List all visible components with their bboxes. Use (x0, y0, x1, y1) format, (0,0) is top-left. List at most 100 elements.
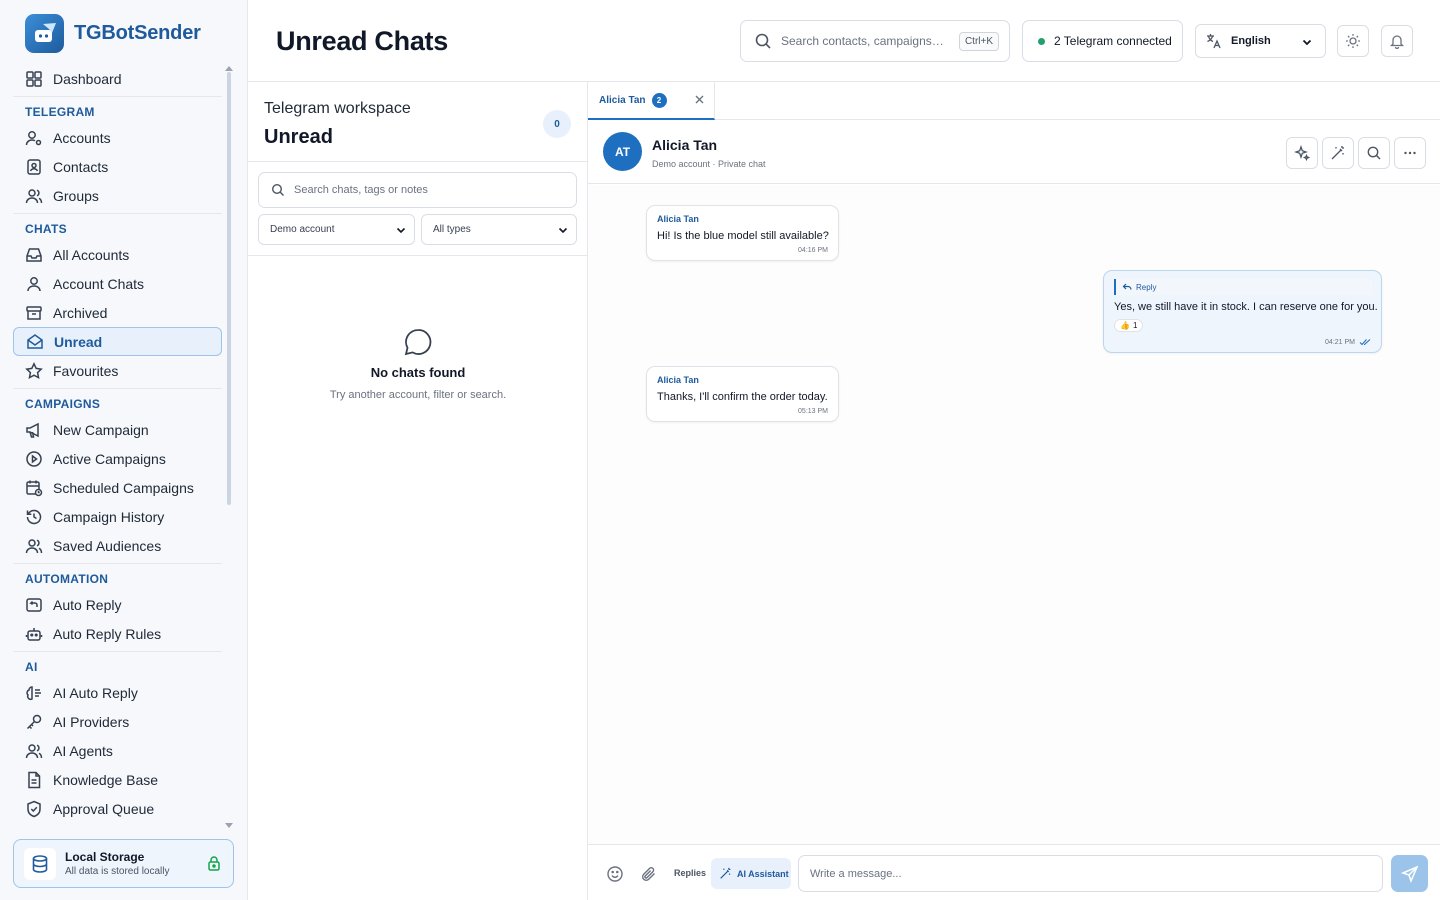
list-header: Telegram workspace Unread 0 (248, 82, 587, 162)
sidebar-item-account-chats[interactable]: Account Chats (13, 269, 222, 298)
sidebar-item-label: Scheduled Campaigns (53, 479, 194, 496)
chat-search-input[interactable]: Search chats, tags or notes (258, 172, 577, 208)
close-icon[interactable] (694, 94, 705, 105)
notifications-button[interactable] (1381, 25, 1413, 57)
sidebar-item-label: Approval Queue (53, 800, 155, 817)
sidebar-item-contacts[interactable]: Contacts (13, 152, 222, 181)
ai-assistant-label: AI Assistant (737, 868, 789, 879)
paperclip-icon[interactable] (640, 865, 658, 883)
message-circle-icon (404, 329, 432, 356)
sidebar-item-groups[interactable]: Groups (13, 181, 222, 210)
global-search-input[interactable]: Search contacts, campaigns, t... Ctrl+K (740, 20, 1010, 62)
sidebar-item-ai-providers[interactable]: AI Providers (13, 707, 222, 736)
contact-name: Alicia Tan (652, 137, 718, 153)
message-outgoing[interactable]: Reply Yes, we still have it in stock. I … (1103, 270, 1382, 353)
sidebar-item-label: Saved Audiences (53, 537, 162, 554)
avatar[interactable]: AT (603, 132, 642, 171)
sidebar-item-ai-auto-reply[interactable]: AI Auto Reply (13, 678, 222, 707)
logo-icon (25, 14, 64, 53)
history-icon (26, 509, 42, 524)
chevron-down-icon (558, 227, 568, 234)
message-time-row: 04:21 PM (1114, 338, 1371, 346)
star-icon (25, 361, 43, 379)
sidebar-item-label: AI Auto Reply (53, 684, 138, 701)
play-circle-icon (26, 450, 42, 467)
section-heading-campaigns: CAMPAIGNS (25, 397, 101, 411)
sidebar-item-active-campaigns[interactable]: Active Campaigns (13, 444, 222, 473)
account-filter-select[interactable]: Demo account (258, 214, 415, 245)
chat-header: AT Alicia Tan Demo account · Private cha… (588, 120, 1440, 184)
sidebar-item-favourites[interactable]: Favourites (13, 356, 222, 385)
sidebar-item-auto-reply-rules[interactable]: Auto Reply Rules (13, 619, 222, 648)
reply-box-icon (26, 597, 42, 612)
list-subtitle: Telegram workspace (264, 100, 411, 117)
sidebar-item-auto-reply[interactable]: Auto Reply (13, 590, 222, 619)
type-filter-select[interactable]: All types (421, 214, 577, 245)
language-select[interactable]: English (1195, 24, 1326, 58)
send-button[interactable] (1391, 855, 1428, 892)
chat-tab[interactable]: Alicia Tan 2 (588, 82, 715, 120)
app-logo[interactable]: TGBotSender (25, 14, 201, 53)
shield-check-icon (27, 800, 41, 817)
dashboard-icon (26, 70, 42, 87)
ai-rewrite-button[interactable] (1322, 137, 1354, 169)
sidebar-item-campaign-history[interactable]: Campaign History (13, 502, 222, 531)
telegram-status[interactable]: 2 Telegram connected (1022, 20, 1183, 62)
message-time: 04:21 PM (1325, 338, 1355, 346)
sidebar-item-dashboard[interactable]: Dashboard (13, 64, 222, 93)
reply-label: Reply (1136, 282, 1157, 292)
sidebar-item-label: Auto Reply (53, 596, 122, 613)
storage-card[interactable]: Local Storage All data is stored locally (13, 839, 234, 888)
sidebar-item-approval-queue[interactable]: Approval Queue (13, 794, 222, 823)
ai-summary-button[interactable] (1286, 137, 1318, 169)
sidebar-item-ai-agents[interactable]: AI Agents (13, 736, 222, 765)
unread-count-badge: 0 (543, 110, 571, 138)
more-options-button[interactable] (1394, 137, 1426, 169)
sidebar-item-saved-audiences[interactable]: Saved Audiences (13, 531, 222, 560)
sidebar-item-scheduled-campaigns[interactable]: Scheduled Campaigns (13, 473, 222, 502)
sidebar-item-archived[interactable]: Archived (13, 298, 222, 327)
message-incoming[interactable]: Alicia Tan Thanks, I'll confirm the orde… (646, 366, 839, 422)
message-composer: Replies AI Assistant Write a message... (588, 844, 1440, 900)
sidebar-item-label: Accounts (53, 129, 111, 146)
divider (13, 563, 222, 564)
emoji-icon[interactable] (606, 865, 624, 883)
reaction-chip[interactable]: 👍 1 (1114, 319, 1144, 332)
scroll-up-arrow[interactable] (225, 66, 233, 71)
chat-list-panel: Telegram workspace Unread 0 Search chats… (248, 82, 588, 900)
sidebar-item-accounts[interactable]: Accounts (13, 123, 222, 152)
language-label: English (1231, 35, 1271, 47)
thumbs-up-icon: 👍 (1120, 321, 1130, 330)
sidebar-scrollbar[interactable] (227, 72, 231, 505)
sidebar-item-knowledge-base[interactable]: Knowledge Base (13, 765, 222, 794)
storage-subtitle: All data is stored locally (65, 866, 170, 877)
reply-arrow-icon (1122, 283, 1132, 290)
message-input[interactable]: Write a message... (798, 855, 1383, 892)
scroll-down-arrow[interactable] (225, 823, 233, 828)
users-icon (25, 743, 43, 758)
sidebar-item-all-accounts[interactable]: All Accounts (13, 240, 222, 269)
sidebar-item-label: Auto Reply Rules (53, 625, 162, 642)
search-in-chat-button[interactable] (1358, 137, 1390, 169)
ai-assistant-button[interactable]: AI Assistant (711, 858, 791, 889)
reply-quote[interactable]: Reply (1114, 279, 1372, 295)
theme-toggle-button[interactable] (1337, 25, 1369, 57)
sidebar-item-new-campaign[interactable]: New Campaign (13, 415, 222, 444)
sidebar-item-label: AI Providers (53, 713, 130, 730)
sidebar-item-label: Campaign History (53, 508, 165, 525)
divider (13, 651, 222, 652)
brain-icon (26, 685, 41, 700)
app-name: TGBotSender (74, 22, 201, 44)
chevron-down-icon (396, 227, 406, 234)
chat-search-placeholder: Search chats, tags or notes (294, 184, 428, 196)
double-check-icon (1359, 339, 1371, 346)
sidebar-item-label: Favourites (53, 362, 119, 379)
sidebar-item-unread[interactable]: Unread (13, 327, 222, 356)
sidebar-nav: Dashboard TELEGRAM Accounts Contacts Gro… (13, 64, 222, 823)
quick-replies-button[interactable]: Replies (674, 868, 706, 878)
message-time: 04:16 PM (798, 247, 828, 254)
sidebar-item-label: All Accounts (53, 246, 130, 263)
sidebar-item-label: Archived (53, 304, 108, 321)
document-icon (28, 771, 41, 788)
message-incoming[interactable]: Alicia Tan Hi! Is the blue model still a… (646, 205, 839, 261)
